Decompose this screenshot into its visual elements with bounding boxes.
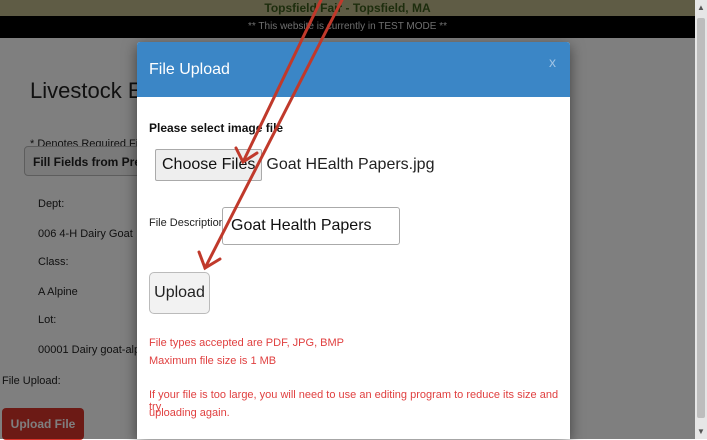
file-description-label: File Description xyxy=(149,217,225,229)
modal-header: File Upload x xyxy=(137,42,570,97)
file-picker: Choose Files Goat HEalth Papers.jpg xyxy=(155,149,434,181)
scrollbar-thumb[interactable] xyxy=(697,18,705,418)
choose-files-button[interactable]: Choose Files xyxy=(155,149,263,181)
file-description-input[interactable] xyxy=(222,207,400,245)
file-upload-modal: File Upload x Please select image file C… xyxy=(137,42,570,439)
max-size-note: Maximum file size is 1 MB xyxy=(149,355,277,367)
chosen-file-name: Goat HEalth Papers.jpg xyxy=(266,156,435,173)
accepted-types-note: File types accepted are PDF, JPG, BMP xyxy=(149,337,345,349)
upload-button[interactable]: Upload xyxy=(149,272,210,314)
close-icon[interactable]: x xyxy=(549,54,556,70)
scroll-down-icon[interactable]: ▼ xyxy=(695,426,707,438)
too-large-note-line2: uploading again. xyxy=(149,407,230,419)
modal-title: File Upload xyxy=(149,61,230,78)
scroll-up-icon[interactable]: ▲ xyxy=(695,2,707,14)
select-file-label: Please select image file xyxy=(149,121,284,135)
